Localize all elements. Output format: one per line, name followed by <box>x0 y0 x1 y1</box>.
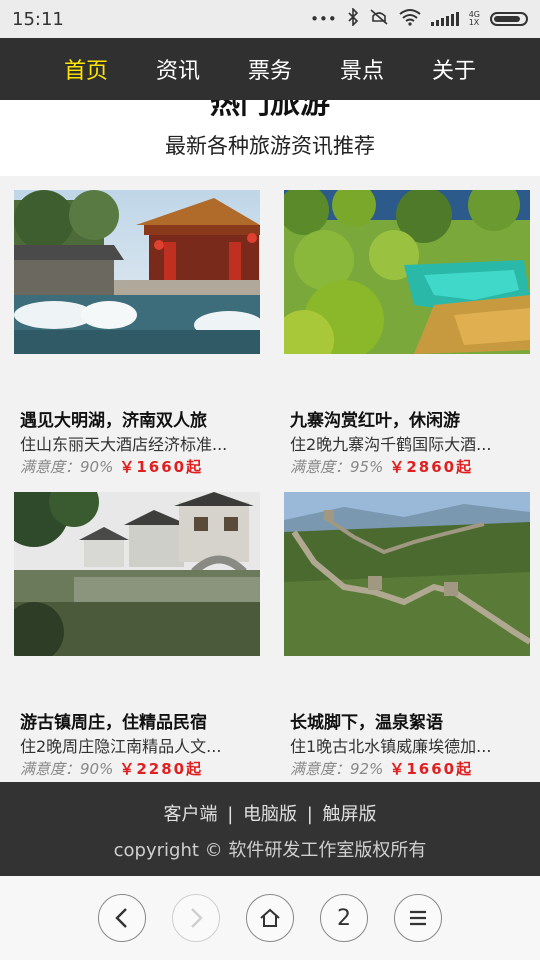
home-button[interactable] <box>246 894 294 942</box>
tour-card[interactable]: 遇见大明湖，济南双人旅 住山东丽天大酒店经济标准... 满意度：90% ￥1660… <box>14 190 260 476</box>
menu-button[interactable] <box>394 894 442 942</box>
tour-description: 住2晚周庄隐江南精品人文... <box>20 737 222 756</box>
section-title: 热门旅游 <box>210 100 330 121</box>
main-nav: 首页 资讯 票务 景点 关于 <box>0 38 540 100</box>
wifi-icon <box>399 8 421 30</box>
section-subtitle: 最新各种旅游资讯推荐 <box>165 134 375 158</box>
tour-meta: 满意度：95% ￥2860起 <box>290 456 473 477</box>
back-button[interactable] <box>98 894 146 942</box>
tour-card[interactable]: 九寨沟赏红叶，休闲游 住2晚九寨沟千鹤国际大酒... 满意度：95% ￥2860起 <box>284 190 530 476</box>
forward-button[interactable] <box>172 894 220 942</box>
tour-meta: 满意度：90% ￥1660起 <box>20 456 203 477</box>
tour-image-zhouzhuang[interactable] <box>14 492 260 656</box>
back-icon <box>115 908 127 928</box>
tour-meta: 满意度：90% ￥2280起 <box>20 758 203 779</box>
tour-description: 住1晚古北水镇威廉埃德加... <box>290 737 492 756</box>
tour-price: ￥2280起 <box>119 760 204 778</box>
tour-card[interactable]: 游古镇周庄，住精品民宿 住2晚周庄隐江南精品人文... 满意度：90% ￥2280… <box>14 492 260 778</box>
nav-item-news[interactable]: 资讯 <box>156 53 200 85</box>
home-icon <box>260 908 280 927</box>
nav-item-tickets[interactable]: 票务 <box>248 53 292 85</box>
mute-icon <box>369 8 389 30</box>
section-header: 热门旅游 最新各种旅游资讯推荐 <box>0 100 540 176</box>
tour-description: 住山东丽天大酒店经济标准... <box>20 435 228 454</box>
tour-title[interactable]: 游古镇周庄，住精品民宿 <box>20 708 207 733</box>
footer-link-touch[interactable]: 触屏版 <box>323 804 377 825</box>
browser-toolbar: 2 <box>0 876 540 960</box>
tour-card[interactable]: 长城脚下，温泉絮语 住1晚古北水镇威廉埃德加... 满意度：92% ￥1660起 <box>284 492 530 778</box>
footer-links: 客户端 | 电脑版 | 触屏版 <box>0 800 540 826</box>
tour-price: ￥1660起 <box>119 458 204 476</box>
forward-icon <box>191 908 203 928</box>
satisfaction-rate: 满意度：90% <box>20 760 114 778</box>
tour-price: ￥1660起 <box>389 760 474 778</box>
status-time: 15:11 <box>12 8 64 30</box>
tour-description: 住2晚九寨沟千鹤国际大酒... <box>290 435 492 454</box>
satisfaction-rate: 满意度：95% <box>290 458 384 476</box>
tour-image-great-wall[interactable] <box>284 492 530 656</box>
tour-meta: 满意度：92% ￥1660起 <box>290 758 473 779</box>
nav-item-attractions[interactable]: 景点 <box>340 53 384 85</box>
battery-icon <box>490 12 528 26</box>
tab-count: 2 <box>337 905 351 931</box>
footer-separator: | <box>227 804 234 825</box>
site-footer: 客户端 | 电脑版 | 触屏版 copyright © 软件研发工作室版权所有 <box>0 782 540 876</box>
status-icons: ••• 4G 1X <box>310 7 528 30</box>
tour-title[interactable]: 长城脚下，温泉絮语 <box>290 708 443 733</box>
bluetooth-icon <box>347 7 359 30</box>
tour-price: ￥2860起 <box>389 458 474 476</box>
nav-item-home[interactable]: 首页 <box>64 53 108 85</box>
dots-icon: ••• <box>310 10 337 28</box>
nav-item-about[interactable]: 关于 <box>432 53 476 85</box>
menu-icon <box>410 910 426 926</box>
satisfaction-rate: 满意度：92% <box>290 760 384 778</box>
tour-image-daming-lake[interactable] <box>14 190 260 354</box>
tabs-button[interactable]: 2 <box>320 894 368 942</box>
footer-link-client[interactable]: 客户端 <box>163 804 217 825</box>
tour-title[interactable]: 遇见大明湖，济南双人旅 <box>20 406 207 431</box>
tour-image-jiuzhaigou[interactable] <box>284 190 530 354</box>
satisfaction-rate: 满意度：90% <box>20 458 114 476</box>
footer-link-desktop[interactable]: 电脑版 <box>243 804 297 825</box>
status-bar: 15:11 ••• 4G 1X <box>0 0 540 38</box>
footer-separator: | <box>306 804 313 825</box>
tour-title[interactable]: 九寨沟赏红叶，休闲游 <box>290 406 460 431</box>
copyright-text: copyright © 软件研发工作室版权所有 <box>113 840 427 861</box>
network-type: 4G 1X <box>468 10 480 27</box>
signal-icon <box>430 12 459 26</box>
